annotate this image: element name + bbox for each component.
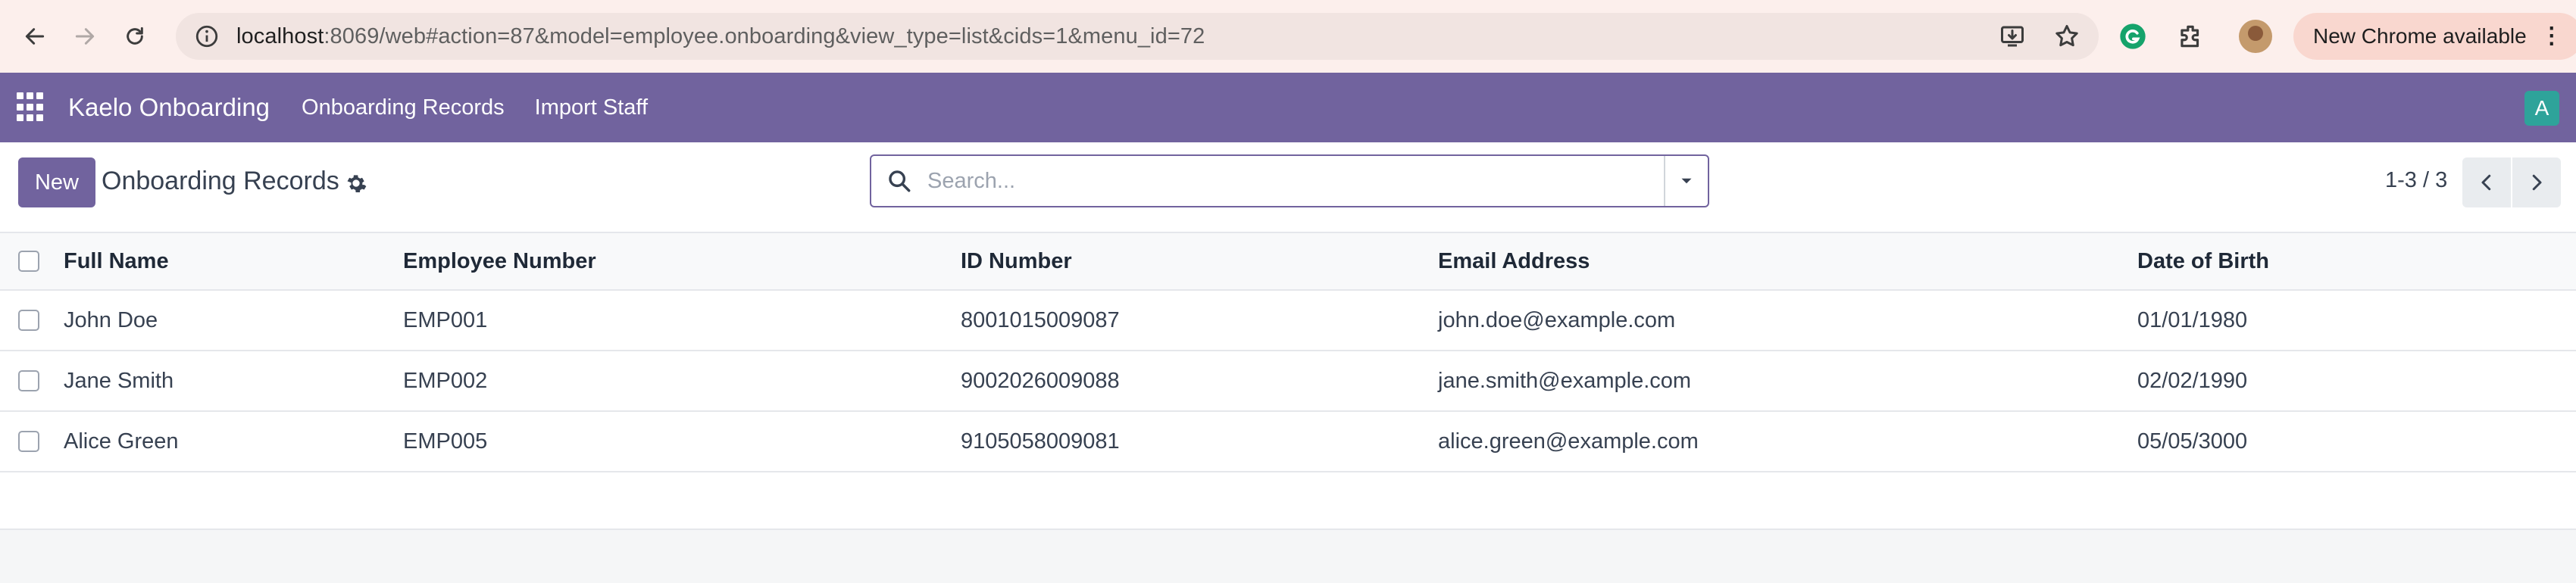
bookmark-star-icon[interactable] [2053,23,2080,50]
app-name[interactable]: Kaelo Onboarding [68,93,270,122]
grammarly-extension-icon[interactable] [2118,21,2148,51]
page-title: Onboarding Records [102,167,339,195]
site-info-icon[interactable] [194,23,220,49]
cell-employee-number[interactable]: EMP001 [403,308,961,333]
reload-icon[interactable] [115,17,155,56]
search-options-toggle[interactable] [1664,156,1708,206]
user-avatar[interactable]: A [2524,91,2559,126]
row-checkbox[interactable] [18,370,39,391]
caret-down-icon [1681,178,1692,184]
search-input[interactable] [927,168,1664,194]
browser-toolbar: localhost:8069/web#action=87&model=emplo… [0,0,2576,73]
cell-email-address[interactable]: jane.smith@example.com [1438,369,2137,394]
back-icon[interactable] [15,17,55,56]
chevron-left-icon [2481,174,2491,191]
cell-id-number[interactable]: 9002026009088 [961,369,1438,394]
row-checkbox[interactable] [18,310,39,331]
cell-employee-number[interactable]: EMP005 [403,429,961,454]
select-all-checkbox[interactable] [18,251,39,272]
menu-import-staff[interactable]: Import Staff [535,95,648,120]
search-icon [889,170,911,192]
menu-onboarding-records[interactable]: Onboarding Records [302,95,505,120]
cell-full-name[interactable]: John Doe [64,308,403,333]
column-header-date-of-birth[interactable]: Date of Birth [2137,249,2576,274]
gear-icon[interactable] [344,171,368,195]
table-header: Full Name Employee Number ID Number Emai… [0,232,2576,291]
app-navbar: Kaelo Onboarding Onboarding Records Impo… [0,73,2576,142]
cell-full-name[interactable]: Jane Smith [64,369,403,394]
row-checkbox[interactable] [18,431,39,452]
more-menu-icon[interactable]: ⋮ [2540,25,2563,48]
table-row[interactable]: Jane Smith EMP002 9002026009088 jane.smi… [0,351,2576,412]
extensions-puzzle-icon[interactable] [2175,21,2206,51]
cell-email-address[interactable]: john.doe@example.com [1438,308,2137,333]
column-header-full-name[interactable]: Full Name [64,249,403,274]
records-table: Full Name Employee Number ID Number Emai… [0,232,2576,472]
pager-next-button[interactable] [2512,157,2561,207]
new-button[interactable]: New [18,157,95,207]
url-text[interactable]: localhost:8069/web#action=87&model=emplo… [236,24,1971,49]
cell-employee-number[interactable]: EMP002 [403,369,961,394]
url-host: localhost [236,23,324,48]
cell-email-address[interactable]: alice.green@example.com [1438,429,2137,454]
chevron-right-icon [2532,174,2542,191]
cell-date-of-birth[interactable]: 05/05/3000 [2137,429,2576,454]
address-bar[interactable]: localhost:8069/web#action=87&model=emplo… [176,13,2099,60]
column-header-id-number[interactable]: ID Number [961,249,1438,274]
install-app-icon[interactable] [1999,23,2026,50]
profile-avatar[interactable] [2239,20,2272,53]
table-row[interactable]: John Doe EMP001 8001015009087 john.doe@e… [0,291,2576,351]
url-path: :8069/web#action=87&model=employee.onboa… [324,23,1205,48]
forward-icon[interactable] [65,17,105,56]
control-panel: New Onboarding Records 1-3 / 3 [0,142,2576,232]
page-footer-area [0,530,2576,583]
cell-date-of-birth[interactable]: 02/02/1990 [2137,369,2576,394]
table-row[interactable]: Alice Green EMP005 9105058009081 alice.g… [0,412,2576,472]
pager-value[interactable]: 1-3 / 3 [2385,168,2447,193]
list-empty-area [0,471,2576,530]
app-grid-icon[interactable] [17,92,47,123]
cell-id-number[interactable]: 9105058009081 [961,429,1438,454]
column-header-email-address[interactable]: Email Address [1438,249,2137,274]
search-bar[interactable] [870,154,1709,207]
column-header-employee-number[interactable]: Employee Number [403,249,961,274]
chrome-update-label: New Chrome available [2313,24,2527,48]
chrome-update-button[interactable]: New Chrome available ⋮ [2293,13,2576,60]
cell-full-name[interactable]: Alice Green [64,429,403,454]
pager-previous-button[interactable] [2462,157,2511,207]
cell-date-of-birth[interactable]: 01/01/1980 [2137,308,2576,333]
cell-id-number[interactable]: 8001015009087 [961,308,1438,333]
